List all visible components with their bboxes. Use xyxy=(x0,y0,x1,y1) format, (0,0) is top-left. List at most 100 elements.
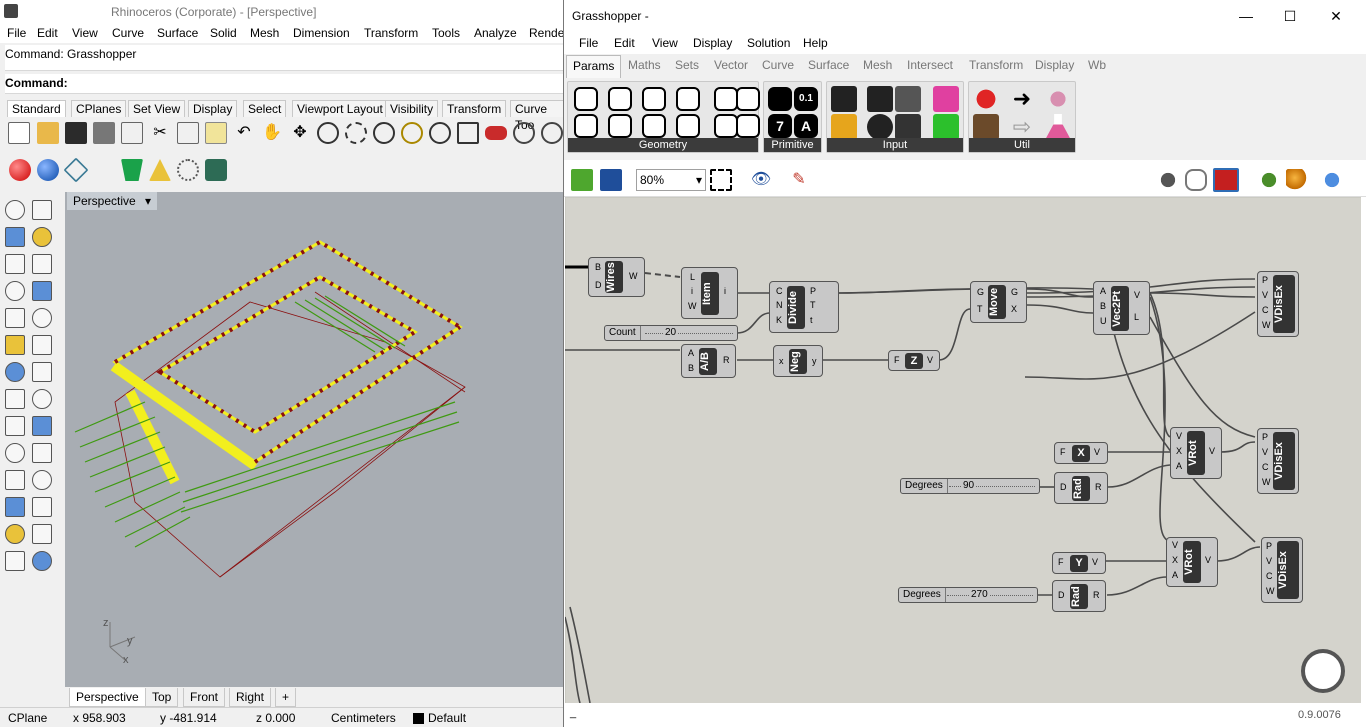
slider-degrees-270[interactable]: Degrees 270 xyxy=(898,587,1038,603)
slider-count-value[interactable]: 20 xyxy=(663,327,679,338)
param-number-icon[interactable]: 0.1 xyxy=(794,87,818,111)
zoom-window-icon[interactable] xyxy=(345,122,367,144)
help-icon[interactable] xyxy=(541,122,563,144)
gh-tab-mesh[interactable]: Mesh xyxy=(863,58,892,72)
param-arc-icon[interactable] xyxy=(642,87,666,111)
component-vec2pt[interactable]: A B U Vec2Pt V L xyxy=(1093,281,1150,335)
preview-eye-icon[interactable]: 👁 xyxy=(750,169,772,191)
array-icon[interactable] xyxy=(5,416,25,436)
preview-shaded-icon[interactable] xyxy=(1185,169,1207,191)
gh-tab-params[interactable]: Params xyxy=(566,55,622,78)
component-vdisex-2[interactable]: P V C W VDisEx xyxy=(1257,428,1299,494)
gh-menu-file[interactable]: File xyxy=(579,36,598,50)
revolve-icon[interactable] xyxy=(32,335,52,355)
port-rad1-in-0[interactable]: D xyxy=(1060,482,1067,492)
port-ab-in-0[interactable]: A xyxy=(688,348,694,358)
rhino-menu-analyze[interactable]: Analyze xyxy=(474,26,517,40)
component-divide-ab[interactable]: A B A/B R xyxy=(681,344,736,378)
param-text-icon[interactable]: A xyxy=(794,114,818,138)
param-brep-icon[interactable] xyxy=(714,87,738,111)
preview-mesh-icon[interactable] xyxy=(1258,169,1280,191)
open-file-icon[interactable] xyxy=(37,122,59,144)
rhino-menu-edit[interactable]: Edit xyxy=(37,26,58,40)
port-rad2-in-0[interactable]: D xyxy=(1058,590,1065,600)
param-geometry-icon[interactable] xyxy=(574,87,598,111)
maximize-icon[interactable]: ☐ xyxy=(1280,6,1300,26)
toolbar-tab-visibility[interactable]: Visibility xyxy=(385,100,439,117)
zoom-selected-icon[interactable] xyxy=(401,122,423,144)
box-icon[interactable] xyxy=(5,362,25,382)
save-document-icon[interactable] xyxy=(600,169,622,191)
port-move-in-1[interactable]: T xyxy=(977,304,983,314)
ribbon-group-input-label[interactable]: Input xyxy=(827,138,963,152)
param-line-icon[interactable] xyxy=(642,114,666,138)
port-divide-out-1[interactable]: T xyxy=(810,300,816,310)
util-arrow-right-icon[interactable]: ➜ xyxy=(1009,86,1035,112)
port-divide-out-2[interactable]: t xyxy=(810,315,813,325)
port-vrot1-in-2[interactable]: A xyxy=(1176,461,1182,471)
component-vdisex-1[interactable]: P V C W VDisEx xyxy=(1257,271,1299,337)
component-radians-1[interactable]: D Rad R xyxy=(1054,472,1108,504)
port-vdisex3-in-2[interactable]: C xyxy=(1266,571,1273,581)
rectangle-icon[interactable] xyxy=(32,281,52,301)
port-divide-in-0[interactable]: C xyxy=(776,286,783,296)
input-gradient-icon[interactable] xyxy=(895,86,921,112)
slider-degrees-270-track[interactable] xyxy=(947,595,1033,596)
input-colour-swatch-icon[interactable] xyxy=(933,86,959,112)
param-plane-icon[interactable] xyxy=(676,114,700,138)
port-vrot1-in-0[interactable]: V xyxy=(1176,431,1182,441)
render-car-icon[interactable] xyxy=(485,126,507,140)
port-vdisex1-in-0[interactable]: P xyxy=(1262,275,1268,285)
port-z-out-0[interactable]: V xyxy=(927,355,933,365)
toolbar-tab-setview[interactable]: Set View xyxy=(128,100,186,117)
port-divide-in-1[interactable]: N xyxy=(776,300,783,310)
viewport-tab-front[interactable]: Front xyxy=(183,688,226,707)
rhino-menu-solid[interactable]: Solid xyxy=(210,26,237,40)
port-vrot2-in-1[interactable]: X xyxy=(1172,555,1178,565)
save-icon[interactable] xyxy=(65,122,87,144)
control-points-icon[interactable] xyxy=(32,227,52,247)
render-icon[interactable] xyxy=(5,551,25,571)
circle-icon[interactable] xyxy=(5,254,25,274)
component-radians-2[interactable]: D Rad R xyxy=(1052,580,1106,612)
util-cherry-icon[interactable] xyxy=(973,86,999,112)
util-arrow-hollow-icon[interactable]: ⇨ xyxy=(1009,114,1035,140)
zoom-dropdown-icon[interactable]: ▾ xyxy=(696,170,702,190)
gh-tab-surface[interactable]: Surface xyxy=(808,58,849,72)
input-colour-wheel-icon[interactable] xyxy=(933,114,959,140)
points-icon[interactable] xyxy=(177,159,199,181)
display-mode-icon[interactable] xyxy=(1321,169,1343,191)
gh-menu-edit[interactable]: Edit xyxy=(614,36,635,50)
ribbon-group-geometry-label[interactable]: Geometry xyxy=(568,138,758,152)
ribbon-group-primitive-label[interactable]: Primitive xyxy=(764,138,821,152)
param-curve-icon[interactable] xyxy=(608,114,632,138)
canvas-navigation-compass-icon[interactable] xyxy=(1301,649,1345,693)
polyline-icon[interactable] xyxy=(5,227,25,247)
component-item[interactable]: L i W Item i xyxy=(681,267,738,319)
port-vdisex2-in-2[interactable]: C xyxy=(1262,462,1269,472)
port-item-in-0[interactable]: L xyxy=(690,272,695,282)
rhino-menu-file[interactable]: File xyxy=(7,26,26,40)
slider-count[interactable]: Count 20 xyxy=(604,325,738,341)
toolbar-tab-transform[interactable]: Transform xyxy=(442,100,507,117)
mesh-icon[interactable] xyxy=(32,470,52,490)
transform-icon[interactable] xyxy=(5,443,25,463)
port-item-out-0[interactable]: i xyxy=(724,286,726,296)
gh-canvas[interactable]: B D Wires W L i W Item i C N K Divide P … xyxy=(565,197,1361,703)
gh-tab-transform[interactable]: Transform xyxy=(969,58,1023,72)
port-wires-in-1[interactable]: D xyxy=(595,280,602,290)
slider-degrees-90-value[interactable]: 90 xyxy=(961,480,977,491)
gh-menu-solution[interactable]: Solution xyxy=(747,36,790,50)
util-flask-icon[interactable] xyxy=(1045,114,1071,140)
boolean-icon[interactable] xyxy=(5,470,25,490)
rhino-menu-mesh[interactable]: Mesh xyxy=(250,26,279,40)
port-vec2pt-out-0[interactable]: V xyxy=(1134,290,1140,300)
select-arrow-icon[interactable] xyxy=(5,200,25,220)
gh-titlebar[interactable]: Grasshopper - — ☐ ✕ xyxy=(564,0,1366,32)
yellow-cone-icon[interactable] xyxy=(149,159,171,181)
component-vrot-1[interactable]: V X A VRot V xyxy=(1170,427,1222,479)
port-x-in-0[interactable]: F xyxy=(1060,447,1066,457)
undo-view-icon[interactable] xyxy=(429,122,451,144)
gh-tab-intersect[interactable]: Intersect xyxy=(907,58,953,72)
param-circle-icon[interactable] xyxy=(608,87,632,111)
